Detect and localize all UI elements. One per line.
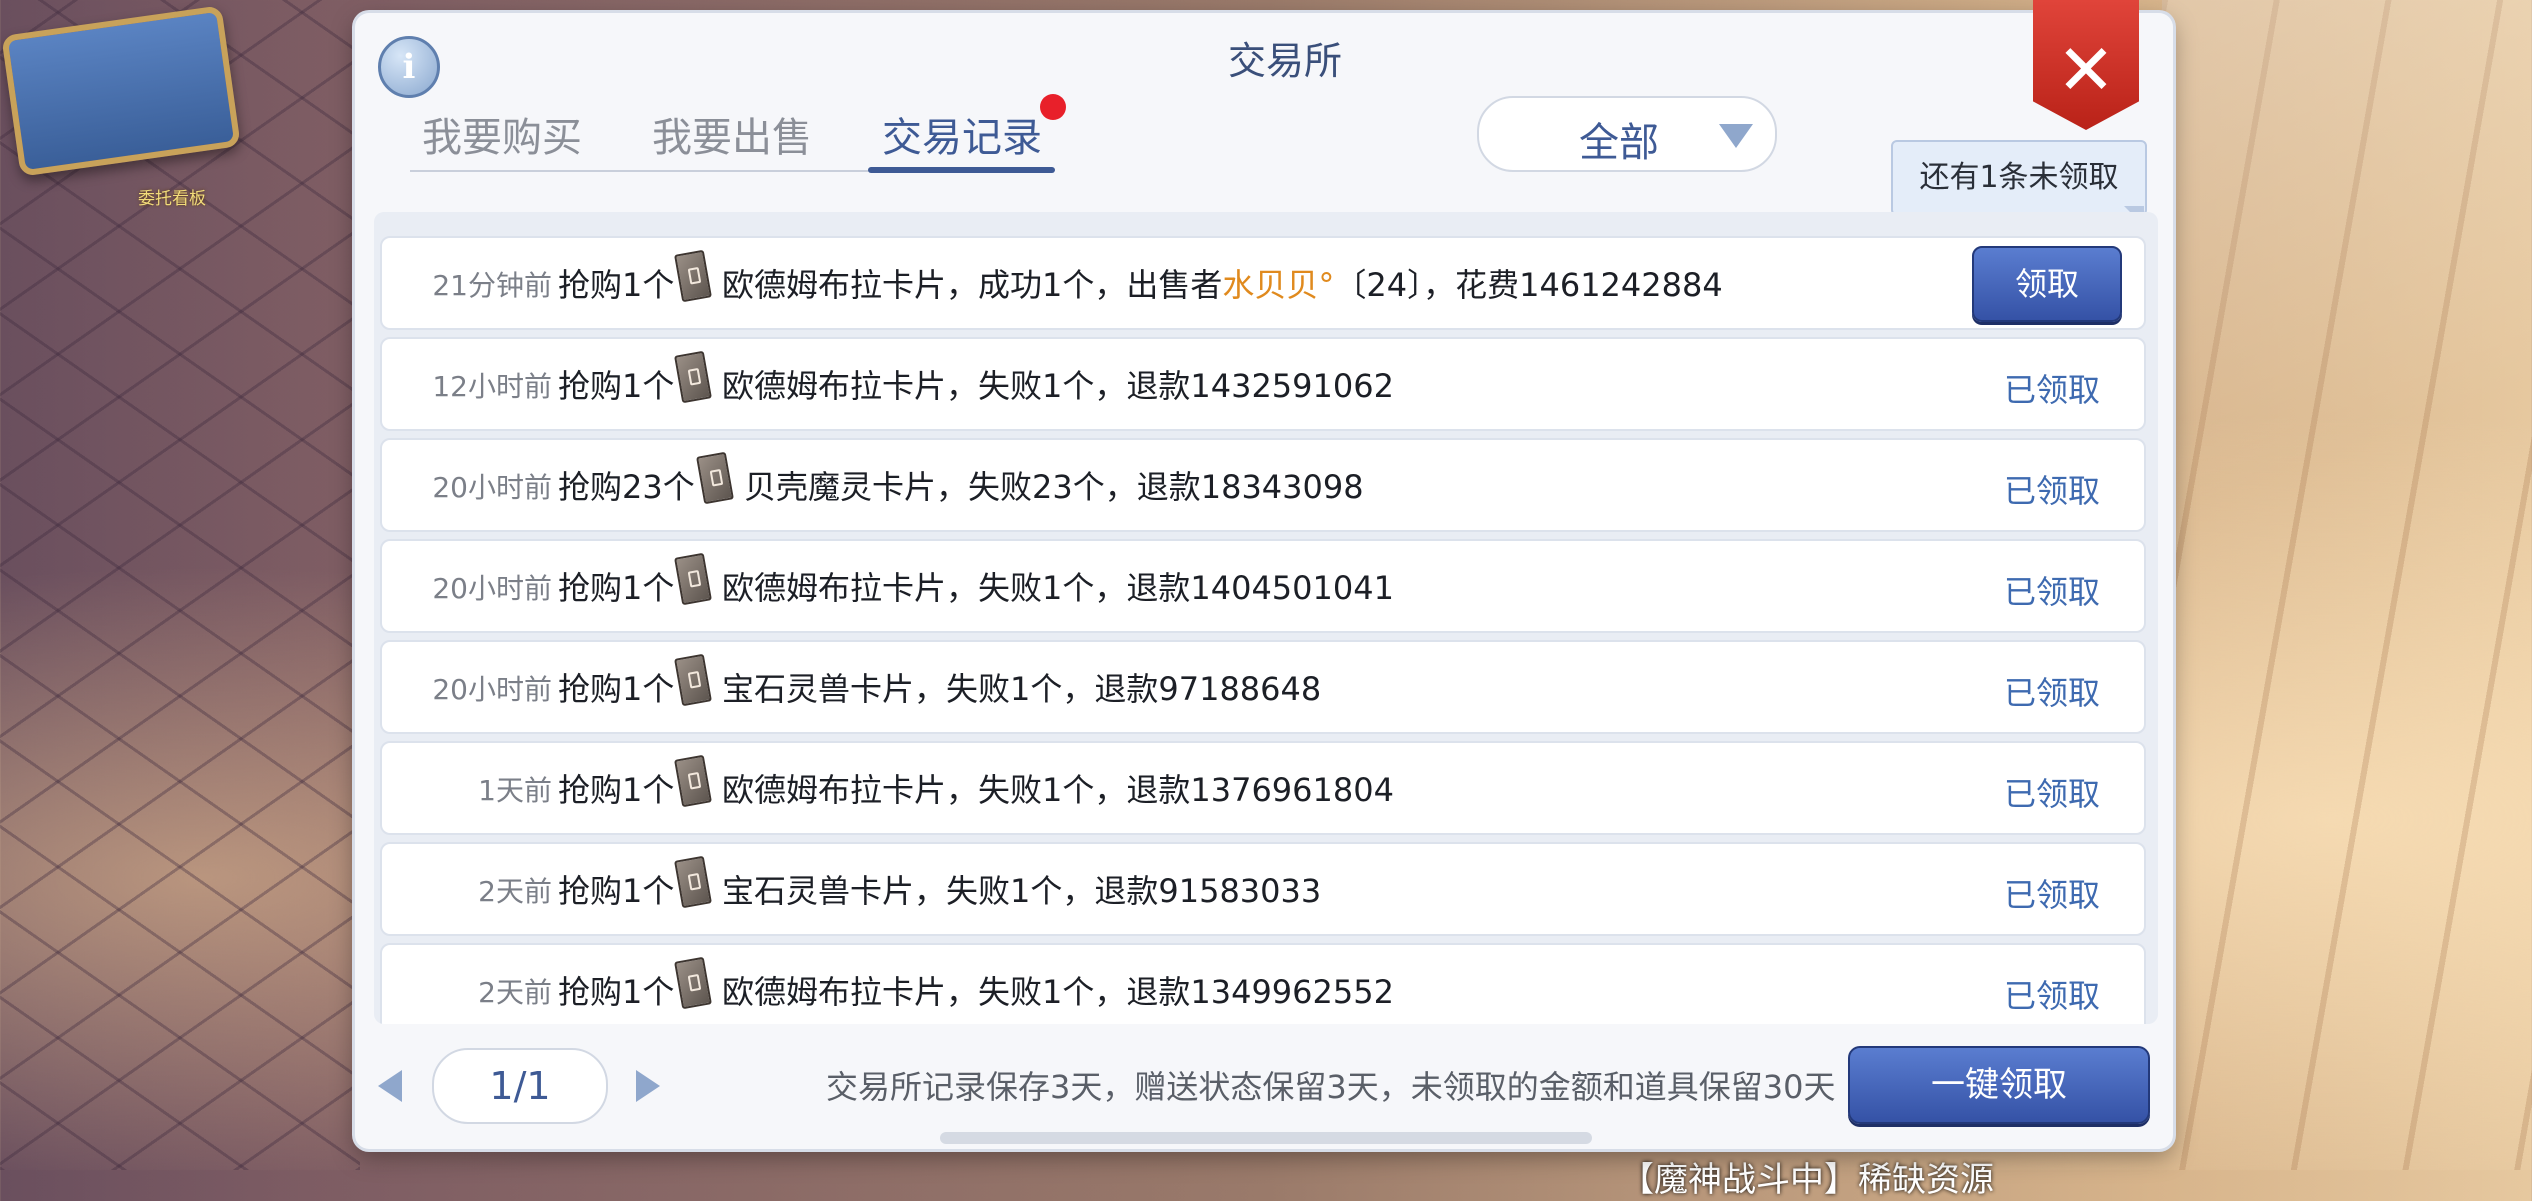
record-description: 欧德姆布拉卡片，失败1个，退款1376961804 <box>722 765 1394 811</box>
unclaimed-tooltip: 还有1条未领取 <box>1891 140 2147 216</box>
card-item-icon[interactable] <box>674 249 712 303</box>
record-detail: 欧德姆布拉卡片，失败1个，退款1404501041 <box>722 569 1394 607</box>
record-action: 抢购23个 <box>558 468 695 506</box>
card-item-icon[interactable] <box>674 956 712 1010</box>
record-description: 欧德姆布拉卡片，失败1个，退款1404501041 <box>722 563 1394 609</box>
record-description: 宝石灵兽卡片，失败1个，退款91583033 <box>722 866 1321 912</box>
list-item: 2天前 抢购1个 欧德姆布拉卡片，失败1个，退款1349962552 已领取 <box>380 943 2146 1024</box>
retention-note: 交易所记录保存3天，赠送状态保留3天，未领取的金额和道具保留30天 <box>826 1068 1836 1106</box>
tab-trade-records[interactable]: 交易记录 <box>882 105 1042 163</box>
next-page-icon[interactable] <box>636 1070 660 1102</box>
horizontal-scrollbar[interactable] <box>940 1132 1592 1144</box>
record-time: 1天前 <box>478 774 552 807</box>
record-time: 20小时前 <box>432 471 552 504</box>
card-item-icon[interactable] <box>674 552 712 606</box>
active-tab-indicator <box>868 167 1055 173</box>
triangle-down-icon <box>1719 124 1753 148</box>
record-description: 贝壳魔灵卡片，失败23个，退款18343098 <box>744 462 1364 508</box>
list-item: 12小时前 抢购1个 欧德姆布拉卡片，失败1个，退款1432591062 已领取 <box>380 337 2146 431</box>
dialog-title: 交易所 <box>1227 39 1342 83</box>
tab-sell[interactable]: 我要出售 <box>652 105 812 163</box>
claim-all-button[interactable]: 一键领取 <box>1848 1046 2150 1124</box>
filter-dropdown[interactable]: 全部 <box>1477 96 1777 172</box>
claim-button[interactable]: 领取 <box>1972 246 2122 322</box>
record-cost: 〔24〕，花费1461242884 <box>1334 266 1723 304</box>
background-floor <box>0 0 360 1170</box>
info-icon[interactable]: i <box>378 36 440 98</box>
record-action: 抢购1个 <box>558 872 675 910</box>
record-action: 抢购1个 <box>558 367 675 405</box>
record-description: 欧德姆布拉卡片，失败1个，退款1349962552 <box>722 967 1394 1013</box>
card-item-icon[interactable] <box>674 653 712 707</box>
record-time: 2天前 <box>478 976 552 1009</box>
record-detail: 欧德姆布拉卡片，失败1个，退款1376961804 <box>722 771 1394 809</box>
record-detail: 欧德姆布拉卡片，失败1个，退款1432591062 <box>722 367 1394 405</box>
claimed-status: 已领取 <box>2003 371 2100 409</box>
claimed-status: 已领取 <box>2003 775 2100 813</box>
record-detail: 欧德姆布拉卡片，失败1个，退款1349962552 <box>722 973 1394 1011</box>
list-item: 20小时前 抢购23个 贝壳魔灵卡片，失败23个，退款18343098 已领取 <box>380 438 2146 532</box>
record-action: 抢购1个 <box>558 569 675 607</box>
record-detail: 贝壳魔灵卡片，失败23个，退款18343098 <box>744 468 1364 506</box>
record-description: 欧德姆布拉卡片，失败1个，退款1432591062 <box>722 361 1394 407</box>
claimed-status: 已领取 <box>2003 876 2100 914</box>
record-action: 抢购1个 <box>558 266 675 304</box>
record-time: 20小时前 <box>432 572 552 605</box>
list-item: 21分钟前 抢购1个 欧德姆布拉卡片，成功1个，出售者水贝贝°〔24〕，花费1461… <box>380 236 2146 330</box>
close-icon[interactable]: ✕ <box>2033 20 2139 120</box>
background-architecture <box>2162 0 2532 1170</box>
claimed-status: 已领取 <box>2003 472 2100 510</box>
record-time: 12小时前 <box>432 370 552 403</box>
seller-name[interactable]: 水贝贝° <box>1222 266 1334 304</box>
background-notice-text: 【魔神战斗中】稀缺资源 <box>1620 1160 1994 1200</box>
filter-selected-value: 全部 <box>1579 120 1659 166</box>
tab-buy[interactable]: 我要购买 <box>422 105 582 163</box>
record-time: 20小时前 <box>432 673 552 706</box>
record-detail: 宝石灵兽卡片，失败1个，退款97188648 <box>722 670 1322 708</box>
card-item-icon[interactable] <box>674 754 712 808</box>
record-action: 抢购1个 <box>558 973 675 1011</box>
card-item-icon[interactable] <box>696 451 734 505</box>
record-detail: 宝石灵兽卡片，失败1个，退款91583033 <box>722 872 1322 910</box>
claimed-status: 已领取 <box>2003 573 2100 611</box>
record-detail: 欧德姆布拉卡片，成功1个，出售者 <box>722 266 1223 304</box>
record-time: 21分钟前 <box>432 269 552 302</box>
record-list[interactable]: 21分钟前 抢购1个 欧德姆布拉卡片，成功1个，出售者水贝贝°〔24〕，花费1461… <box>374 212 2158 1024</box>
list-item: 20小时前 抢购1个 欧德姆布拉卡片，失败1个，退款1404501041 已领取 <box>380 539 2146 633</box>
record-action: 抢购1个 <box>558 670 675 708</box>
record-description: 宝石灵兽卡片，失败1个，退款97188648 <box>722 664 1321 710</box>
record-time: 2天前 <box>478 875 552 908</box>
card-item-icon[interactable] <box>674 350 712 404</box>
commission-board-label: 委托看板 <box>138 189 206 209</box>
list-item: 1天前 抢购1个 欧德姆布拉卡片，失败1个，退款1376961804 已领取 <box>380 741 2146 835</box>
claimed-status: 已领取 <box>2003 674 2100 712</box>
record-action: 抢购1个 <box>558 771 675 809</box>
list-item: 2天前 抢购1个 宝石灵兽卡片，失败1个，退款91583033 已领取 <box>380 842 2146 936</box>
record-description: 欧德姆布拉卡片，成功1个，出售者水贝贝°〔24〕，花费1461242884 <box>722 260 1723 306</box>
prev-page-icon[interactable] <box>378 1070 402 1102</box>
notification-dot-icon <box>1040 94 1066 120</box>
list-item: 20小时前 抢购1个 宝石灵兽卡片，失败1个，退款97188648 已领取 <box>380 640 2146 734</box>
card-item-icon[interactable] <box>674 855 712 909</box>
page-indicator: 1/1 <box>432 1048 608 1124</box>
claimed-status: 已领取 <box>2003 977 2100 1015</box>
